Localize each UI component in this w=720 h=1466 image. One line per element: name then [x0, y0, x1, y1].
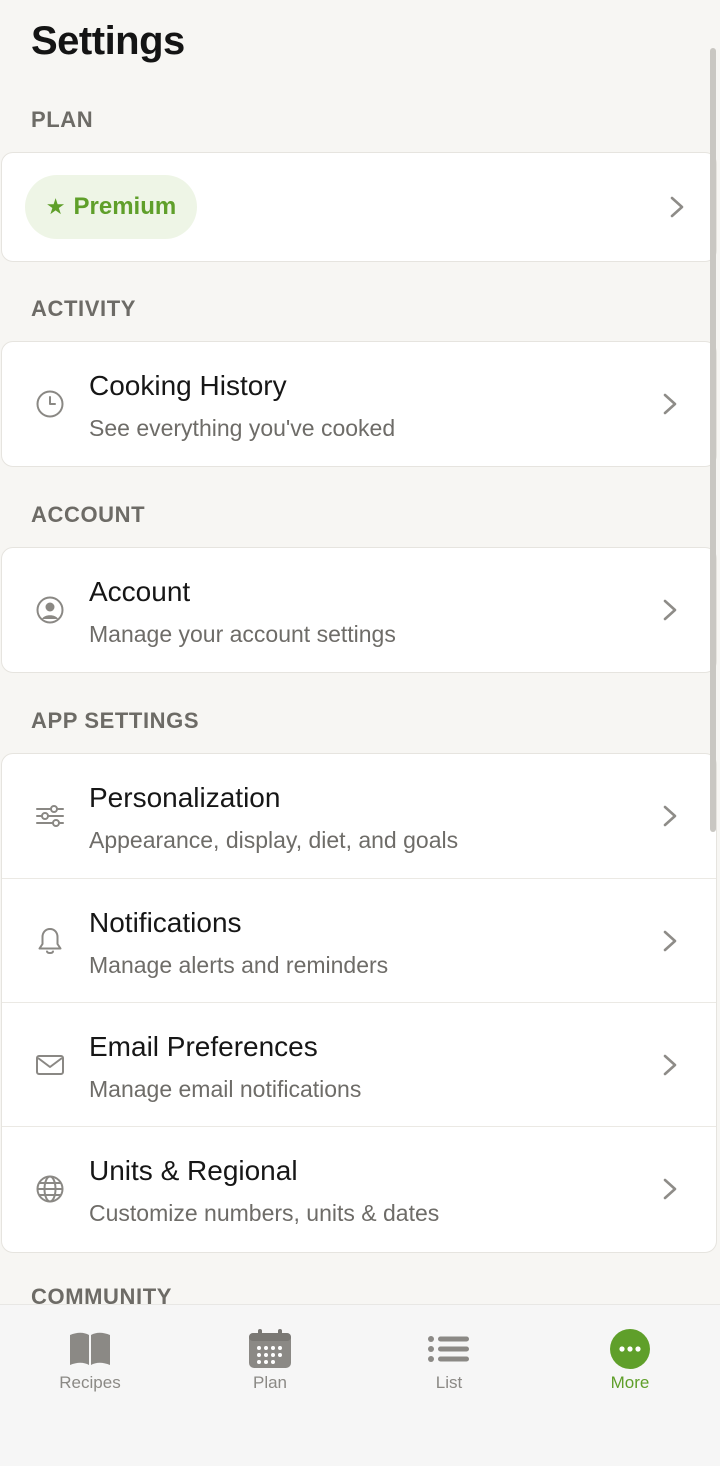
personalization-row[interactable]: Personalization Appearance, display, die… [2, 754, 716, 878]
book-icon [67, 1329, 113, 1369]
units-regional-row[interactable]: Units & Regional Customize numbers, unit… [2, 1126, 716, 1250]
chevron-right-icon [660, 598, 680, 622]
units-regional-subtitle: Customize numbers, units & dates [89, 1200, 440, 1226]
calendar-icon [247, 1329, 293, 1369]
activity-card: Cooking History See everything you've co… [1, 341, 717, 467]
section-label-plan: PLAN [31, 107, 94, 132]
chevron-right-icon [660, 929, 680, 953]
tab-list[interactable]: List [389, 1329, 509, 1399]
notifications-subtitle: Manage alerts and reminders [89, 952, 389, 978]
page-title: Settings [31, 19, 185, 63]
chevron-right-icon [660, 392, 680, 416]
notifications-row[interactable]: Notifications Manage alerts and reminder… [2, 878, 716, 1002]
units-regional-title: Units & Regional [89, 1155, 298, 1186]
bottom-tab-bar: Recipes Plan List More [0, 1304, 720, 1466]
premium-label: Premium [73, 193, 177, 220]
premium-row[interactable]: ★ Premium [2, 153, 716, 261]
scrollbar[interactable] [710, 48, 716, 832]
user-circle-icon [34, 594, 66, 626]
notifications-title: Notifications [89, 907, 242, 938]
chevron-right-icon [667, 195, 687, 219]
cooking-history-row[interactable]: Cooking History See everything you've co… [2, 342, 716, 466]
account-row[interactable]: Account Manage your account settings [2, 548, 716, 672]
email-preferences-subtitle: Manage email notifications [89, 1076, 362, 1102]
envelope-icon [34, 1049, 66, 1081]
account-subtitle: Manage your account settings [89, 621, 396, 647]
tab-list-label: List [435, 1373, 463, 1392]
more-dots-icon [607, 1329, 653, 1369]
bell-icon [34, 925, 66, 957]
chevron-right-icon [660, 1177, 680, 1201]
tab-recipes[interactable]: Recipes [30, 1329, 150, 1399]
personalization-title: Personalization [89, 782, 281, 813]
tab-more[interactable]: More [570, 1329, 690, 1399]
section-label-account: ACCOUNT [31, 502, 146, 527]
account-card: Account Manage your account settings [1, 547, 717, 673]
settings-screen: Settings PLAN ★ Premium ACTIVITY Cooking… [0, 0, 720, 1466]
chevron-right-icon [660, 1053, 680, 1077]
cooking-history-title: Cooking History [89, 370, 287, 401]
tab-recipes-label: Recipes [59, 1373, 121, 1392]
chevron-right-icon [660, 804, 680, 828]
tab-plan[interactable]: Plan [210, 1329, 330, 1399]
email-preferences-row[interactable]: Email Preferences Manage email notificat… [2, 1002, 716, 1126]
personalization-subtitle: Appearance, display, diet, and goals [89, 827, 459, 853]
email-preferences-title: Email Preferences [89, 1031, 318, 1062]
section-label-activity: ACTIVITY [31, 296, 137, 321]
sliders-icon [34, 800, 66, 832]
tab-plan-label: Plan [252, 1373, 288, 1392]
star-icon: ★ [45, 194, 66, 219]
globe-icon [34, 1173, 66, 1205]
account-title: Account [89, 576, 191, 607]
app-settings-card: Personalization Appearance, display, die… [1, 753, 717, 1253]
plan-card: ★ Premium [1, 152, 717, 262]
cooking-history-subtitle: See everything you've cooked [89, 415, 396, 441]
list-icon [426, 1329, 472, 1369]
clock-icon [34, 388, 66, 420]
tab-more-label: More [610, 1373, 650, 1392]
premium-badge[interactable]: ★ Premium [25, 175, 197, 239]
section-label-app-settings: APP SETTINGS [31, 708, 200, 733]
